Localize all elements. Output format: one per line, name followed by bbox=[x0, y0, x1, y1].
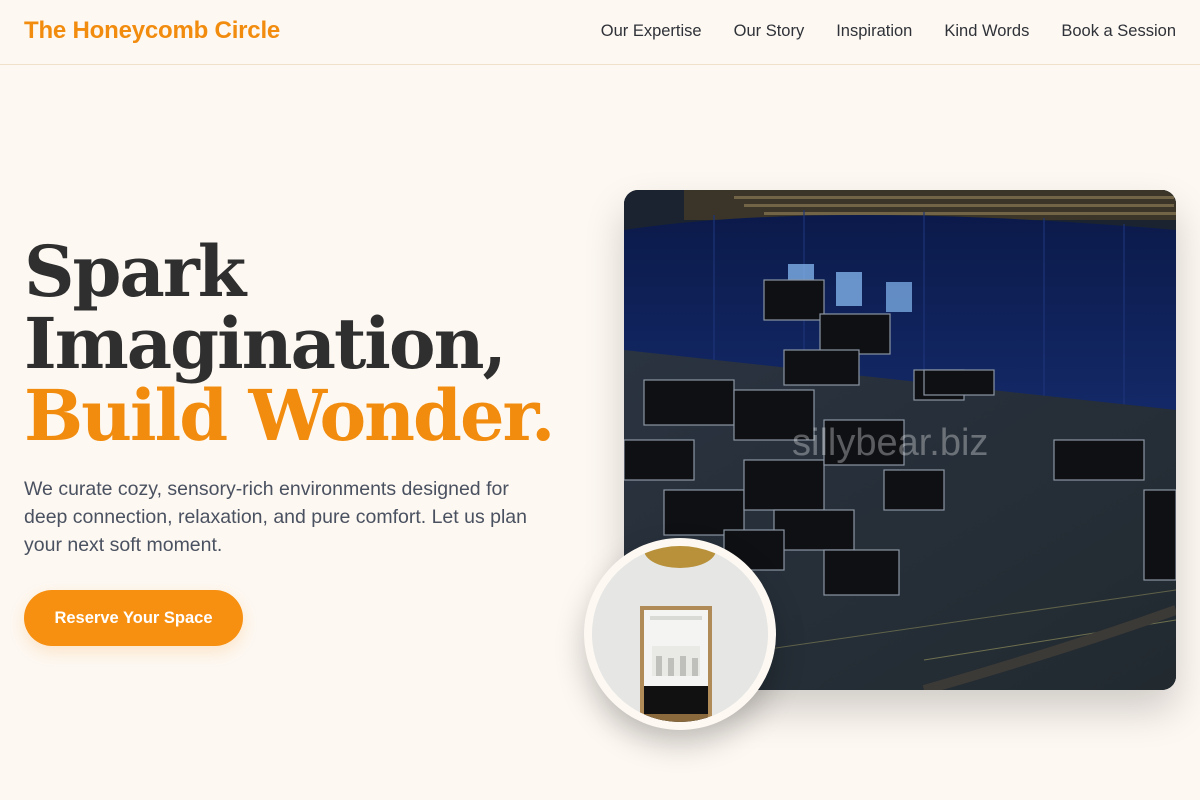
gallery-room-photo bbox=[584, 538, 776, 730]
gallery-room-photo-inner bbox=[592, 546, 768, 722]
nav-our-story[interactable]: Our Story bbox=[734, 22, 805, 41]
hero-subtitle: We curate cozy, sensory-rich environment… bbox=[24, 478, 527, 556]
site-header: The Honeycomb Circle Our Expertise Our S… bbox=[0, 0, 1200, 65]
hero-title-line-2: Imagination, bbox=[24, 302, 507, 385]
main-nav: Our Expertise Our Story Inspiration Kind… bbox=[601, 22, 1176, 41]
reserve-space-button[interactable]: Reserve Your Space bbox=[24, 590, 243, 646]
hero-title-line-1: Spark bbox=[24, 230, 246, 313]
hero-title: Spark Imagination, Build Wonder. bbox=[24, 236, 584, 452]
nav-kind-words[interactable]: Kind Words bbox=[944, 22, 1029, 41]
nav-book-a-session[interactable]: Book a Session bbox=[1061, 22, 1176, 41]
nav-inspiration[interactable]: Inspiration bbox=[836, 22, 912, 41]
hero-title-accent-line: Build Wonder. bbox=[24, 374, 555, 457]
brand-logo[interactable]: The Honeycomb Circle bbox=[24, 17, 280, 45]
nav-our-expertise[interactable]: Our Expertise bbox=[601, 22, 702, 41]
